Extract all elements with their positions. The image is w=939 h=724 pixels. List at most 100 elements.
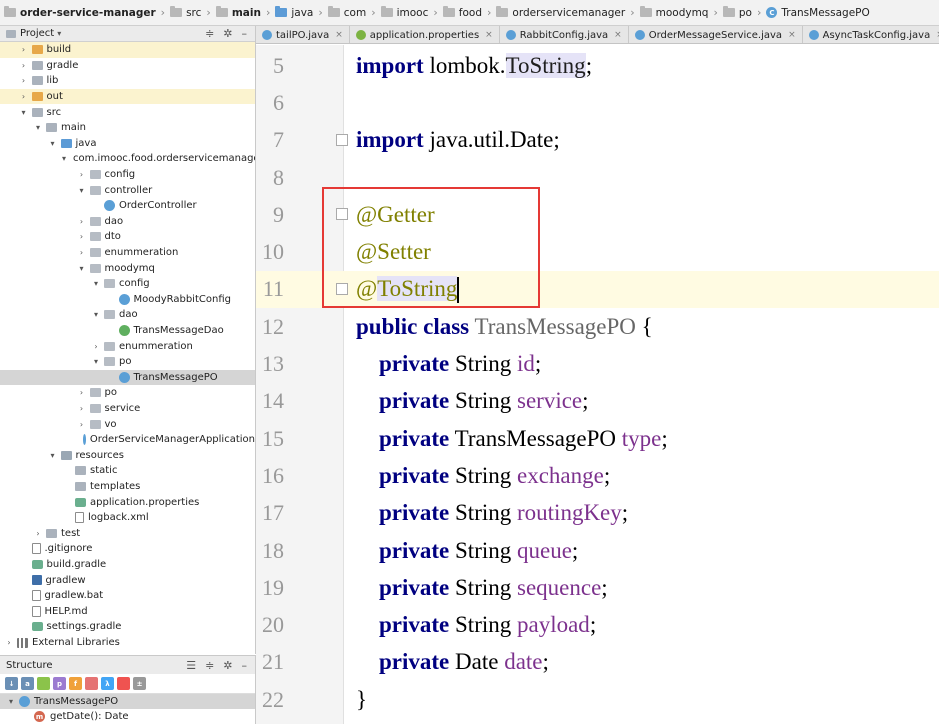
chevron-right-icon[interactable]: ›: [77, 232, 87, 241]
breadcrumb-item[interactable]: › main: [201, 6, 261, 19]
tree-item[interactable]: ›build.gradle: [0, 557, 255, 573]
tree-item[interactable]: ›.gitignore: [0, 541, 255, 557]
show-anonymous-icon[interactable]: [117, 677, 130, 690]
tree-item[interactable]: › config: [0, 167, 255, 183]
collapse-all-icon[interactable]: ≑: [205, 659, 214, 672]
tree-item[interactable]: ▾ po: [0, 354, 255, 370]
project-view-dropdown[interactable]: Project ▾: [6, 28, 61, 39]
tree-item[interactable]: › enummeration: [0, 245, 255, 261]
breadcrumb-item[interactable]: › C TransMessagePO: [752, 6, 870, 19]
fold-marker-icon[interactable]: [336, 282, 348, 295]
breadcrumb-item[interactable]: › moodymq: [625, 6, 708, 19]
tree-item[interactable]: ›gradlew.bat: [0, 588, 255, 604]
hide-panel-icon[interactable]: –: [242, 659, 248, 672]
tree-item[interactable]: ▾ dao: [0, 307, 255, 323]
chevron-down-icon[interactable]: ▾: [19, 108, 29, 117]
structure-item[interactable]: m getDate(): Date: [0, 709, 255, 724]
tree-item[interactable]: ▾ java: [0, 136, 255, 152]
tree-item[interactable]: ›OrderController: [0, 198, 255, 214]
tree-item[interactable]: ›application.properties: [0, 494, 255, 510]
chevron-down-icon[interactable]: ▾: [77, 186, 87, 195]
editor-tab[interactable]: application.properties ×: [350, 26, 500, 43]
tree-item[interactable]: ›TransMessageDao: [0, 323, 255, 339]
chevron-down-icon[interactable]: ▾: [77, 264, 87, 273]
tree-item[interactable]: › vo: [0, 416, 255, 432]
sort-by-type-icon[interactable]: ↓: [5, 677, 18, 690]
chevron-down-icon[interactable]: ▾: [91, 310, 101, 319]
tree-item[interactable]: ›HELP.md: [0, 604, 255, 620]
close-icon[interactable]: ×: [485, 30, 493, 40]
tree-item[interactable]: ›MoodyRabbitConfig: [0, 292, 255, 308]
tree-item[interactable]: › out: [0, 88, 255, 105]
collapse-all-icon[interactable]: ≑: [205, 27, 214, 40]
tree-item[interactable]: ›settings.gradle: [0, 619, 255, 635]
tree-item[interactable]: › dto: [0, 229, 255, 245]
show-lambdas-icon[interactable]: λ: [101, 677, 114, 690]
chevron-down-icon[interactable]: ▾: [91, 279, 101, 288]
chevron-right-icon[interactable]: ›: [19, 76, 29, 85]
tree-item[interactable]: ▾ config: [0, 276, 255, 292]
chevron-right-icon[interactable]: ›: [19, 61, 29, 70]
tree-item[interactable]: › dao: [0, 214, 255, 230]
chevron-right-icon[interactable]: ›: [19, 92, 29, 101]
breadcrumb-item[interactable]: › imooc: [366, 6, 428, 19]
structure-item[interactable]: ▾ TransMessagePO: [0, 694, 255, 709]
editor-tab[interactable]: OrderMessageService.java ×: [629, 26, 803, 43]
close-icon[interactable]: ×: [614, 30, 622, 40]
chevron-right-icon[interactable]: ›: [77, 170, 87, 179]
hide-panel-icon[interactable]: –: [242, 27, 248, 40]
breadcrumb-item[interactable]: order-service-manager: [4, 6, 156, 19]
tree-item[interactable]: › lib: [0, 73, 255, 89]
tree-item[interactable]: ▾ com.imooc.food.orderservicemanager: [0, 151, 255, 167]
tree-item[interactable]: › build: [0, 42, 255, 58]
chevron-down-icon[interactable]: ▾: [62, 154, 66, 163]
tree-item[interactable]: ›TransMessagePO: [0, 369, 255, 386]
tree-item[interactable]: ›static: [0, 463, 255, 479]
expand-all-icon[interactable]: ±: [133, 677, 146, 690]
chevron-right-icon[interactable]: ›: [19, 45, 29, 54]
show-properties-icon[interactable]: p: [53, 677, 66, 690]
tree-item[interactable]: ▾ main: [0, 120, 255, 136]
breadcrumb-item[interactable]: › po: [708, 6, 752, 19]
code-editor[interactable]: 5 import lombok.ToString; 6 7 import java.ut…: [256, 45, 939, 724]
chevron-down-icon[interactable]: ▾: [48, 139, 58, 148]
tree-item[interactable]: ›gradlew: [0, 572, 255, 588]
close-icon[interactable]: ×: [788, 30, 796, 40]
tree-item[interactable]: ›logback.xml: [0, 510, 255, 526]
sort-icon[interactable]: ☰: [186, 659, 196, 672]
tree-item[interactable]: › External Libraries: [0, 635, 255, 651]
tree-item[interactable]: ▾ moodymq: [0, 260, 255, 276]
chevron-right-icon[interactable]: ›: [77, 420, 87, 429]
chevron-down-icon[interactable]: ▾: [33, 123, 43, 132]
tree-item[interactable]: › enummeration: [0, 338, 255, 354]
tree-item[interactable]: ›OrderServiceManagerApplication: [0, 432, 255, 448]
editor-tab[interactable]: tailPO.java ×: [256, 26, 350, 43]
chevron-right-icon[interactable]: ›: [77, 217, 87, 226]
chevron-down-icon[interactable]: ▾: [91, 357, 101, 366]
tree-item[interactable]: › gradle: [0, 58, 255, 74]
show-inherited-icon[interactable]: [37, 677, 50, 690]
chevron-right-icon[interactable]: ›: [4, 638, 14, 647]
chevron-right-icon[interactable]: ›: [77, 248, 87, 257]
chevron-right-icon[interactable]: ›: [77, 388, 87, 397]
tree-item[interactable]: ▾ src: [0, 104, 255, 120]
chevron-right-icon[interactable]: ›: [33, 529, 43, 538]
gear-icon[interactable]: ✲: [223, 27, 232, 40]
sort-alpha-icon[interactable]: a: [21, 677, 34, 690]
breadcrumb-item[interactable]: › java: [261, 6, 313, 19]
breadcrumb-item[interactable]: › food: [428, 6, 482, 19]
tree-item[interactable]: ▾ controller: [0, 182, 255, 198]
tree-item[interactable]: ›templates: [0, 479, 255, 495]
tree-item[interactable]: › po: [0, 385, 255, 401]
tree-item[interactable]: › service: [0, 401, 255, 417]
editor-tab[interactable]: AsyncTaskConfig.java×: [803, 26, 939, 43]
editor-tab[interactable]: RabbitConfig.java ×: [500, 26, 629, 43]
fold-marker-icon[interactable]: [336, 133, 348, 146]
breadcrumb-item[interactable]: › src: [156, 6, 201, 19]
tree-item[interactable]: ▾ resources: [0, 448, 255, 464]
show-fields-icon[interactable]: f: [69, 677, 82, 690]
gear-icon[interactable]: ✲: [223, 659, 232, 672]
tree-item[interactable]: › test: [0, 526, 255, 542]
chevron-down-icon[interactable]: ▾: [48, 451, 58, 460]
breadcrumb-item[interactable]: › com: [313, 6, 366, 19]
